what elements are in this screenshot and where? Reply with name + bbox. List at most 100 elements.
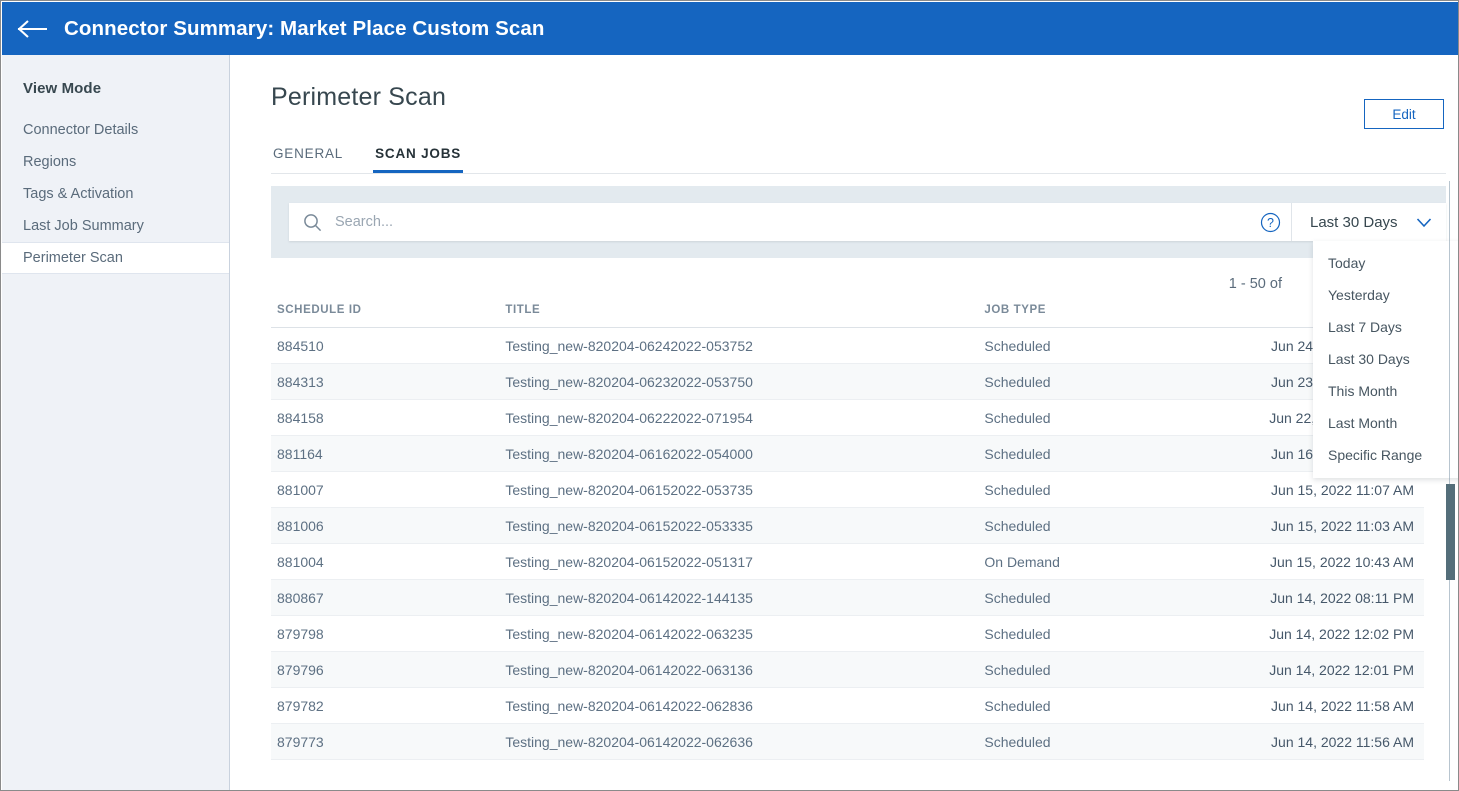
table-row[interactable]: 881006Testing_new-820204-06152022-053335… — [271, 508, 1424, 544]
table-body: 884510Testing_new-820204-06242022-053752… — [271, 328, 1424, 760]
column-header-schedule-id[interactable]: SCHEDULE ID — [271, 304, 499, 328]
table-row[interactable]: 879773Testing_new-820204-06142022-062636… — [271, 724, 1424, 760]
sidebar-item-label: Connector Details — [23, 122, 138, 138]
cell-job-type: Scheduled — [978, 688, 1201, 724]
app-title: Connector Summary: Market Place Custom S… — [64, 17, 545, 41]
search-icon — [303, 213, 322, 232]
sidebar-item-label: Regions — [23, 154, 76, 170]
vertical-scrollbar[interactable] — [1446, 181, 1454, 781]
cell-schedule-id: 879773 — [271, 724, 499, 760]
cell-triggered-on: Jun 14, 2022 08:11 PM — [1201, 580, 1424, 616]
table-header-row: SCHEDULE ID TITLE JOB TYPE TRIGGERED ON — [271, 304, 1424, 328]
cell-triggered-on: Jun 14, 2022 12:02 PM — [1201, 616, 1424, 652]
main-content: Perimeter Scan Edit GENERALSCAN JOBS ? — [231, 55, 1458, 791]
table-row[interactable]: 879782Testing_new-820204-06142022-062836… — [271, 688, 1424, 724]
cell-title: Testing_new-820204-06232022-053750 — [499, 364, 978, 400]
svg-text:?: ? — [1267, 216, 1274, 230]
cell-triggered-on: Jun 14, 2022 11:56 AM — [1201, 724, 1424, 760]
tab-scan-jobs[interactable]: SCAN JOBS — [373, 146, 463, 173]
cell-triggered-on: Jun 14, 2022 12:01 PM — [1201, 652, 1424, 688]
cell-triggered-on: Jun 14, 2022 11:58 AM — [1201, 688, 1424, 724]
column-header-job-type[interactable]: JOB TYPE — [978, 304, 1201, 328]
dropdown-option-yesterday[interactable]: Yesterday — [1313, 279, 1458, 311]
table-row[interactable]: 881164Testing_new-820204-06162022-054000… — [271, 436, 1424, 472]
dropdown-option-this-month[interactable]: This Month — [1313, 375, 1458, 407]
sidebar-item-connector-details[interactable]: Connector Details — [2, 114, 229, 146]
sidebar-item-tags-activation[interactable]: Tags & Activation — [2, 178, 229, 210]
cell-job-type: Scheduled — [978, 508, 1201, 544]
help-button[interactable]: ? — [1249, 203, 1291, 241]
app-window: Connector Summary: Market Place Custom S… — [0, 0, 1459, 791]
pagination-range: 1 - 50 of — [231, 276, 1446, 292]
table-row[interactable]: 881007Testing_new-820204-06152022-053735… — [271, 472, 1424, 508]
date-range-value: Last 30 Days — [1310, 214, 1398, 231]
tab-general[interactable]: GENERAL — [271, 146, 345, 173]
dropdown-option-last-month[interactable]: Last Month — [1313, 407, 1458, 439]
cell-job-type: Scheduled — [978, 616, 1201, 652]
table-row[interactable]: 884313Testing_new-820204-06232022-053750… — [271, 364, 1424, 400]
cell-triggered-on: Jun 15, 2022 10:43 AM — [1201, 544, 1424, 580]
cell-title: Testing_new-820204-06142022-062836 — [499, 688, 978, 724]
back-button[interactable] — [16, 17, 50, 41]
cell-schedule-id: 879796 — [271, 652, 499, 688]
tab-divider — [271, 173, 1446, 174]
search-input[interactable] — [335, 214, 1249, 230]
cell-schedule-id: 884313 — [271, 364, 499, 400]
dropdown-option-last-7-days[interactable]: Last 7 Days — [1313, 311, 1458, 343]
cell-job-type: Scheduled — [978, 328, 1201, 364]
cell-title: Testing_new-820204-06152022-053335 — [499, 508, 978, 544]
table-row[interactable]: 879798Testing_new-820204-06142022-063235… — [271, 616, 1424, 652]
scrollbar-track-line — [1449, 181, 1450, 781]
table-row[interactable]: 884510Testing_new-820204-06242022-053752… — [271, 328, 1424, 364]
cell-job-type: Scheduled — [978, 436, 1201, 472]
sidebar-item-last-job-summary[interactable]: Last Job Summary — [2, 210, 229, 242]
cell-schedule-id: 879798 — [271, 616, 499, 652]
sidebar-heading: View Mode — [2, 55, 229, 97]
scan-jobs-table-wrap: SCHEDULE ID TITLE JOB TYPE TRIGGERED ON … — [271, 304, 1424, 760]
table-row[interactable]: 879796Testing_new-820204-06142022-063136… — [271, 652, 1424, 688]
date-range-select[interactable]: Last 30 Days — [1291, 203, 1446, 241]
scan-jobs-table: SCHEDULE ID TITLE JOB TYPE TRIGGERED ON … — [271, 304, 1424, 760]
cell-schedule-id: 879782 — [271, 688, 499, 724]
sidebar-item-label: Last Job Summary — [23, 218, 144, 234]
search-field[interactable] — [289, 203, 1249, 241]
cell-title: Testing_new-820204-06152022-053735 — [499, 472, 978, 508]
cell-title: Testing_new-820204-06142022-062636 — [499, 724, 978, 760]
sidebar-item-perimeter-scan[interactable]: Perimeter Scan — [2, 242, 229, 274]
cell-schedule-id: 881006 — [271, 508, 499, 544]
search-panel: ? Last 30 Days TodayYesterdayLast 7 Days… — [271, 186, 1446, 258]
sidebar-item-regions[interactable]: Regions — [2, 146, 229, 178]
help-circle-icon: ? — [1260, 212, 1281, 233]
table-row[interactable]: 880867Testing_new-820204-06142022-144135… — [271, 580, 1424, 616]
cell-schedule-id: 881164 — [271, 436, 499, 472]
cell-title: Testing_new-820204-06142022-063136 — [499, 652, 978, 688]
table-row[interactable]: 884158Testing_new-820204-06222022-071954… — [271, 400, 1424, 436]
dropdown-option-today[interactable]: Today — [1313, 247, 1458, 279]
table-row[interactable]: 881004Testing_new-820204-06152022-051317… — [271, 544, 1424, 580]
cell-title: Testing_new-820204-06242022-053752 — [499, 328, 978, 364]
cell-title: Testing_new-820204-06142022-144135 — [499, 580, 978, 616]
dropdown-option-last-30-days[interactable]: Last 30 Days — [1313, 343, 1458, 375]
sidebar-item-label: Perimeter Scan — [23, 250, 123, 266]
date-range-dropdown: TodayYesterdayLast 7 DaysLast 30 DaysThi… — [1313, 241, 1458, 478]
cell-job-type: Scheduled — [978, 580, 1201, 616]
column-header-title[interactable]: TITLE — [499, 304, 978, 328]
edit-button[interactable]: Edit — [1364, 99, 1444, 129]
cell-schedule-id: 880867 — [271, 580, 499, 616]
cell-job-type: Scheduled — [978, 652, 1201, 688]
scrollbar-thumb[interactable] — [1446, 484, 1455, 580]
table-head: SCHEDULE ID TITLE JOB TYPE TRIGGERED ON — [271, 304, 1424, 328]
cell-job-type: On Demand — [978, 544, 1201, 580]
cell-schedule-id: 881007 — [271, 472, 499, 508]
cell-job-type: Scheduled — [978, 364, 1201, 400]
cell-title: Testing_new-820204-06162022-054000 — [499, 436, 978, 472]
cell-title: Testing_new-820204-06142022-063235 — [499, 616, 978, 652]
cell-title: Testing_new-820204-06152022-051317 — [499, 544, 978, 580]
app-header: Connector Summary: Market Place Custom S… — [2, 2, 1458, 55]
cell-schedule-id: 881004 — [271, 544, 499, 580]
dropdown-option-specific-range[interactable]: Specific Range — [1313, 439, 1458, 471]
arrow-left-icon — [16, 17, 50, 41]
cell-job-type: Scheduled — [978, 472, 1201, 508]
cell-job-type: Scheduled — [978, 400, 1201, 436]
cell-job-type: Scheduled — [978, 724, 1201, 760]
